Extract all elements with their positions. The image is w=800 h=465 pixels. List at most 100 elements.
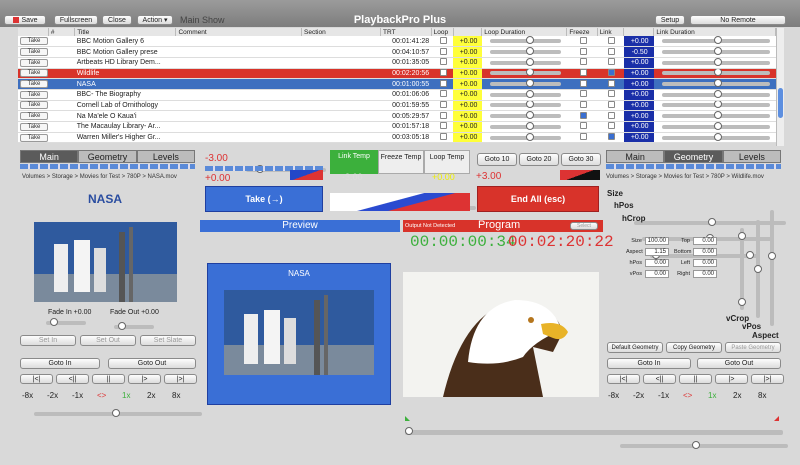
freeze-checkbox[interactable]	[579, 133, 587, 141]
loop-duration-slider[interactable]	[489, 57, 561, 66]
table-row[interactable]: Take The Macaulay Library- Ar... 00:01:57:…	[18, 121, 776, 133]
column-header[interactable]	[18, 28, 49, 36]
tab-levels-right[interactable]: Levels	[722, 150, 781, 163]
link-checkbox[interactable]	[607, 58, 615, 66]
take-row-button[interactable]: Take	[20, 48, 48, 57]
speed-label[interactable]: 2x	[733, 391, 741, 400]
loop-duration-slider[interactable]	[489, 89, 561, 98]
link-value[interactable]: +0.00	[623, 78, 654, 90]
loop-value[interactable]: +0.00	[453, 110, 482, 122]
loop-checkbox[interactable]	[439, 58, 447, 66]
loop-duration-slider[interactable]	[489, 47, 561, 56]
loop-duration-slider[interactable]	[489, 111, 561, 120]
table-row[interactable]: Take BBC Motion Gallery 6 00:01:41:28 +0.00…	[18, 36, 776, 48]
geometry-field-input[interactable]: 0.00	[645, 259, 669, 267]
speed-label[interactable]: -1x	[658, 391, 669, 400]
speed-label[interactable]: 8x	[172, 391, 180, 400]
geometry-field-input[interactable]: 0.00	[693, 270, 717, 278]
link-value[interactable]: +0.00	[623, 89, 654, 101]
take-row-button[interactable]: Take	[20, 37, 48, 46]
transport-button[interactable]: |<|	[20, 374, 53, 384]
link-duration-slider[interactable]	[661, 47, 770, 56]
link-checkbox[interactable]	[607, 100, 615, 108]
column-header[interactable]	[623, 28, 655, 36]
aspect-slider[interactable]	[768, 210, 776, 326]
link-checkbox[interactable]	[607, 111, 615, 119]
link-value[interactable]: +0.00	[623, 57, 654, 69]
geometry-field-input[interactable]: 0.00	[693, 237, 717, 245]
freeze-temp-toggle[interactable]: Freeze Temp	[378, 150, 424, 174]
loop-value[interactable]: +0.00	[453, 132, 482, 144]
speed-label[interactable]: -2x	[47, 391, 58, 400]
geometry-field-input[interactable]: 0.00	[645, 270, 669, 278]
fade-out-slider[interactable]	[114, 322, 154, 330]
playlist-scrollbar[interactable]	[776, 28, 784, 146]
freeze-checkbox[interactable]	[579, 90, 587, 98]
column-header[interactable]: Title	[74, 28, 177, 36]
default-geometry-button[interactable]: Default Geometry	[607, 342, 663, 353]
speed-label[interactable]: -2x	[633, 391, 644, 400]
geometry-field-input[interactable]: 0.00	[693, 248, 717, 256]
transport-button[interactable]: ||	[92, 374, 125, 384]
link-duration-slider[interactable]	[661, 100, 770, 109]
column-header[interactable]: Link Duration	[653, 28, 776, 36]
link-checkbox[interactable]	[607, 68, 615, 76]
loop-duration-slider[interactable]	[489, 36, 561, 45]
speed-label[interactable]: <>	[683, 391, 692, 400]
loop-duration-slider[interactable]	[489, 121, 561, 130]
loop-duration-slider[interactable]	[489, 68, 561, 77]
geometry-field-input[interactable]: 0.00	[693, 259, 717, 267]
column-header[interactable]: Section	[301, 28, 382, 36]
link-duration-slider[interactable]	[661, 57, 770, 66]
geometry-field-input[interactable]: 1.15	[645, 248, 669, 256]
speed-label[interactable]: <>	[97, 391, 106, 400]
vpos-slider[interactable]	[754, 220, 762, 318]
table-row[interactable]: Take BBC Motion Gallery prese 00:04:10:57 +…	[18, 46, 776, 58]
loop-checkbox[interactable]	[439, 79, 447, 87]
copy-geometry-button[interactable]: Copy Geometry	[666, 342, 722, 353]
loop-checkbox[interactable]	[439, 111, 447, 119]
link-duration-slider[interactable]	[661, 121, 770, 130]
transport-button[interactable]: |>|	[164, 374, 197, 384]
link-value[interactable]: -0.50	[623, 46, 654, 58]
take-row-button[interactable]: Take	[20, 90, 48, 99]
loop-duration-slider[interactable]	[489, 79, 561, 88]
goto-out-button-left[interactable]: Goto Out	[108, 358, 196, 369]
set-in-button[interactable]: Set In	[20, 335, 76, 346]
freeze-checkbox[interactable]	[579, 122, 587, 130]
column-header[interactable]: Loop	[431, 28, 454, 36]
link-value[interactable]: +0.00	[623, 100, 654, 112]
close-button[interactable]: Close	[102, 15, 132, 25]
freeze-checkbox[interactable]	[579, 36, 587, 44]
table-row[interactable]: Take NASA 00:01:00:55 +0.00 +0.00	[18, 78, 776, 90]
tab-main-right[interactable]: Main	[606, 150, 665, 163]
take-row-button[interactable]: Take	[20, 122, 48, 131]
link-checkbox[interactable]	[607, 122, 615, 130]
column-header[interactable]: Link	[597, 28, 625, 36]
tab-main-left[interactable]: Main	[20, 150, 79, 163]
take-row-button[interactable]: Take	[20, 101, 48, 110]
take-row-button[interactable]: Take	[20, 69, 48, 78]
loop-checkbox[interactable]	[439, 100, 447, 108]
column-header[interactable]: #	[48, 28, 76, 36]
freeze-checkbox[interactable]	[579, 111, 587, 119]
fullscreen-button[interactable]: Fullscreen	[54, 15, 98, 25]
link-duration-slider[interactable]	[661, 89, 770, 98]
speed-label[interactable]: -8x	[608, 391, 619, 400]
take-button[interactable]: Take (→)	[205, 186, 323, 212]
column-header[interactable]: Freeze	[566, 28, 598, 36]
loop-value[interactable]: +0.00	[453, 68, 482, 80]
goto-20-button[interactable]: Goto 20	[519, 153, 559, 166]
link-value[interactable]: +0.00	[623, 132, 654, 144]
link-checkbox[interactable]	[607, 79, 615, 87]
transport-button[interactable]: ||	[679, 374, 712, 384]
table-row[interactable]: Take Artbeats HD Library Dem... 00:01:35:0…	[18, 57, 776, 69]
tab-geometry-left[interactable]: Geometry	[78, 150, 137, 163]
loop-duration-slider[interactable]	[489, 100, 561, 109]
link-duration-slider[interactable]	[661, 79, 770, 88]
loop-duration-slider[interactable]	[489, 132, 561, 141]
link-duration-slider[interactable]	[661, 68, 770, 77]
link-duration-slider[interactable]	[661, 36, 770, 45]
tab-levels-left[interactable]: Levels	[136, 150, 195, 163]
table-row[interactable]: Take Warren Miller's Higher Gr... 00:03:05…	[18, 132, 776, 144]
